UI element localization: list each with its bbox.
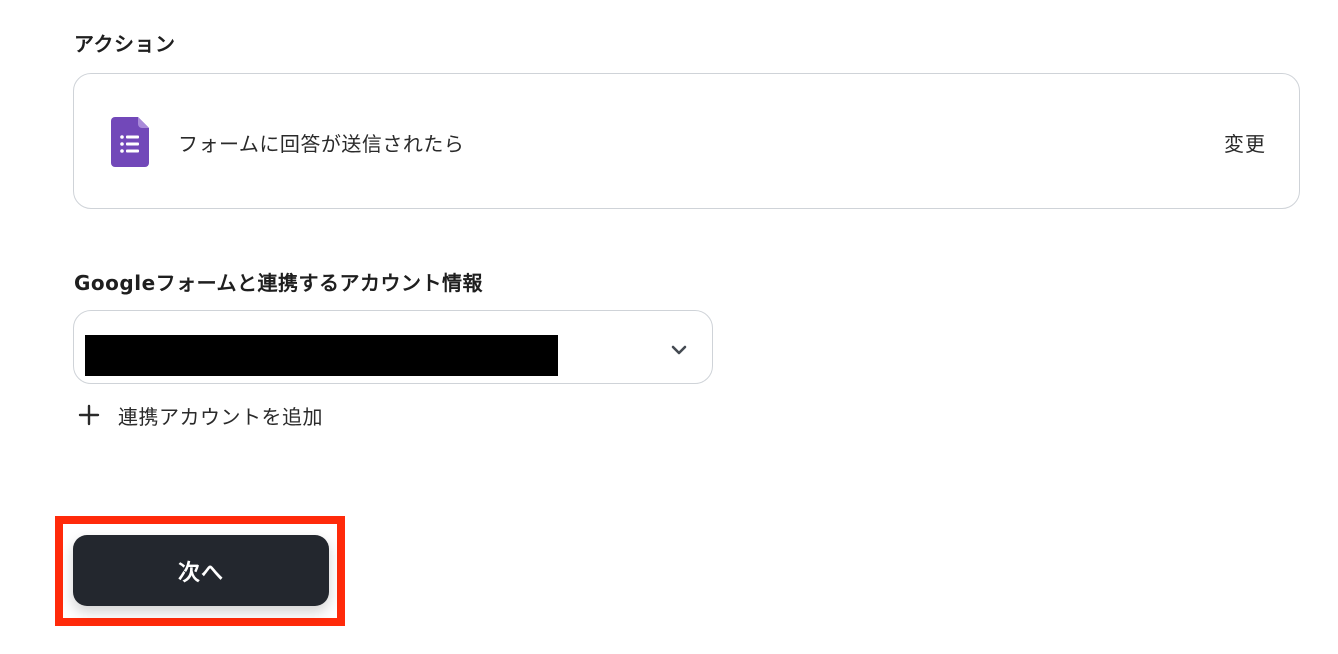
change-action-link[interactable]: 変更 xyxy=(1224,128,1266,157)
action-label: フォームに回答が送信されたら xyxy=(178,132,465,156)
account-select-value-redacted xyxy=(85,335,558,376)
google-forms-icon xyxy=(111,117,149,167)
add-account-label: 連携アカウントを追加 xyxy=(118,404,323,429)
action-section-title: アクション xyxy=(74,32,176,56)
action-card: フォームに回答が送信されたら 変更 xyxy=(73,73,1300,209)
account-section-title: Googleフォームと連携するアカウント情報 xyxy=(74,271,484,295)
add-account-button[interactable]: 連携アカウントを追加 xyxy=(78,400,323,430)
account-select-dropdown[interactable] xyxy=(73,310,713,384)
plus-icon xyxy=(78,404,100,426)
chevron-down-icon xyxy=(671,345,687,355)
next-button[interactable]: 次へ xyxy=(73,535,329,606)
page: アクション フォームに回答が送信されたら 変更 Googleフォームと連携するア… xyxy=(0,0,1338,654)
